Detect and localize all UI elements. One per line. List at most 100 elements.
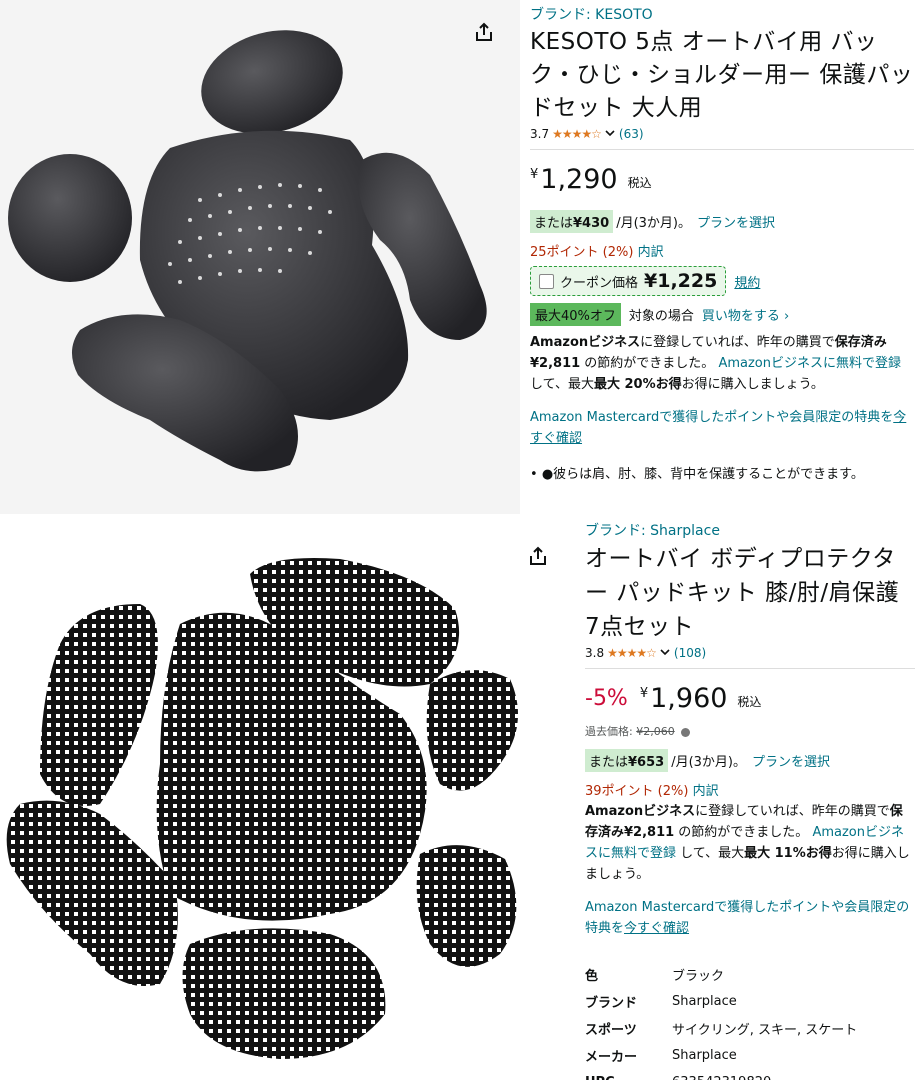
plan-select-link[interactable]: プランを選択	[752, 751, 830, 770]
mastercard-link[interactable]: 今すぐ確認	[624, 921, 689, 936]
discount-percent: -5%	[585, 686, 628, 711]
price: 1,290	[540, 164, 618, 195]
deal-text: 対象の場合	[628, 309, 694, 324]
product-title: KESOTO 5点 オートバイ用 バック・ひじ・ショルダー用ー 保護パッドセット…	[530, 29, 914, 121]
deal-badge: 最大40%オフ	[530, 303, 621, 326]
coupon-price: ¥1,225	[644, 270, 718, 292]
rating-row: 3.7 ★★★★☆ (63)	[530, 127, 914, 141]
brand-link[interactable]: ブランド: Sharplace	[585, 520, 915, 540]
installment-suffix: /月(3か月)。	[671, 755, 746, 770]
business-text-2: の節約ができました。	[674, 825, 809, 840]
deal-row: 最大40%オフ 対象の場合 買い物をする ›	[530, 303, 914, 326]
spec-value: サイクリング, スキー, スケート	[672, 1023, 858, 1038]
coupon-box[interactable]: クーポン価格 ¥1,225	[530, 266, 727, 296]
product-info-kesoto: ブランド: KESOTO KESOTO 5点 オートバイ用 バック・ひじ・ショル…	[530, 4, 914, 482]
business-text-1: に登録していれば、昨年の購買で	[695, 804, 890, 819]
share-icon[interactable]	[473, 21, 495, 43]
spec-row: UPC 633542319820	[585, 1069, 915, 1080]
spec-value: Sharplace	[672, 994, 737, 1009]
coupon-label: クーポン価格	[560, 275, 639, 291]
business-promo: Amazonビジネスに登録していれば、昨年の購買で保存済み¥2,811 の節約が…	[585, 801, 915, 885]
product-info-sharplace: ブランド: Sharplace オートバイ ボディプロテクター パッドキット 膝…	[585, 520, 915, 1080]
feature-text: ●彼らは肩、肘、膝、背中を保護することができます。	[541, 467, 864, 482]
business-signup-link[interactable]: Amazonビジネスに無料で登録	[718, 356, 901, 371]
installment-amount: ¥653	[628, 755, 665, 770]
mastercard-text: Amazon Mastercardで獲得したポイントや会員限定の特典を	[530, 410, 894, 425]
product-image-sharplace[interactable]	[0, 514, 560, 1080]
mastercard-promo: Amazon Mastercardで獲得したポイントや会員限定の特典を今すぐ確認	[530, 407, 914, 449]
spec-row: 色 ブラック	[585, 961, 915, 988]
spec-key: UPC	[585, 1075, 672, 1080]
rating-stars[interactable]: ★★★★☆	[607, 646, 657, 660]
business-name: Amazonビジネス	[530, 335, 641, 350]
old-price-value: ¥2,060	[636, 725, 675, 738]
share-icon[interactable]	[527, 545, 549, 567]
tax-label: 税込	[627, 176, 652, 190]
points-detail-link[interactable]: 内訳	[693, 784, 719, 799]
info-icon[interactable]	[681, 727, 691, 737]
business-text-2: の節約ができました。	[580, 356, 715, 371]
rating-stars[interactable]: ★★★★☆	[552, 127, 602, 141]
rating-count-link[interactable]: (63)	[619, 127, 644, 141]
product-title: オートバイ ボディプロテクター パッドキット 膝/肘/肩保護 7点セット	[585, 546, 900, 640]
chevron-down-icon[interactable]	[604, 127, 616, 141]
price-row: -5% ¥ 1,960 税込	[585, 683, 915, 715]
currency-symbol: ¥	[639, 686, 649, 701]
product-image-kesoto[interactable]	[0, 0, 520, 514]
points-row: 25ポイント (2%) 内訳	[530, 241, 914, 260]
installment-prefix: または	[589, 755, 629, 770]
rating-value: 3.7	[530, 127, 550, 141]
product-panel-sharplace: ブランド: Sharplace オートバイ ボディプロテクター パッドキット 膝…	[0, 514, 924, 1080]
spec-value: ブラック	[672, 969, 725, 984]
installment-chip: または¥430	[530, 210, 614, 233]
business-discount: 最大 11%お得	[744, 846, 832, 861]
old-price-row: 過去価格: ¥2,060	[585, 723, 915, 739]
installment-row: または¥653 /月(3か月)。 プランを選択	[585, 749, 915, 772]
tax-label: 税込	[737, 695, 762, 709]
mastercard-promo: Amazon Mastercardで獲得したポイントや会員限定の特典を今すぐ確認	[585, 897, 915, 939]
spec-row: メーカー Sharplace	[585, 1042, 915, 1069]
brand-link[interactable]: ブランド: KESOTO	[530, 4, 914, 24]
installment-prefix: または	[534, 216, 574, 231]
currency-symbol: ¥	[530, 167, 539, 182]
spec-value: 633542319820	[672, 1075, 771, 1080]
spec-row: スポーツ サイクリング, スキー, スケート	[585, 1015, 915, 1042]
feature-bullet: • ●彼らは肩、肘、膝、背中を保護することができます。	[530, 463, 914, 482]
spec-row: ブランド Sharplace	[585, 988, 915, 1015]
points-detail-link[interactable]: 内訳	[638, 245, 664, 260]
spec-key: ブランド	[585, 996, 638, 1011]
business-text-4: お得に購入しましょう。	[681, 377, 824, 392]
spec-value: Sharplace	[672, 1048, 737, 1063]
business-name: Amazonビジネス	[585, 804, 696, 819]
installment-chip: または¥653	[585, 749, 669, 772]
business-text-3: して、最大	[676, 846, 745, 861]
points-value: 39ポイント (2%)	[585, 784, 689, 799]
rating-count-link[interactable]: (108)	[674, 646, 706, 660]
points-value: 25ポイント (2%)	[530, 245, 634, 260]
spec-key: 色	[585, 969, 599, 984]
installment-row: または¥430 /月(3か月)。 プランを選択	[530, 210, 914, 233]
chevron-down-icon[interactable]	[659, 646, 671, 660]
spec-key: スポーツ	[585, 1023, 637, 1038]
coupon-checkbox[interactable]	[539, 273, 554, 289]
product-panel-kesoto: ブランド: KESOTO KESOTO 5点 オートバイ用 バック・ひじ・ショル…	[0, 0, 924, 514]
rating-row: 3.8 ★★★★☆ (108)	[585, 646, 915, 660]
installment-suffix: /月(3か月)。	[616, 216, 691, 231]
rating-value: 3.8	[585, 646, 605, 660]
bullet-dot-icon: •	[530, 467, 542, 482]
price: 1,960	[650, 683, 728, 714]
coupon-row: クーポン価格 ¥1,225 規約	[530, 266, 914, 296]
points-row: 39ポイント (2%) 内訳	[585, 780, 915, 799]
business-promo: Amazonビジネスに登録していれば、昨年の購買で保存済み¥2,811 の節約が…	[530, 332, 914, 395]
coupon-terms-link[interactable]: 規約	[734, 272, 760, 291]
spec-table: 色 ブラック ブランド Sharplace スポーツ サイクリング, スキー, …	[585, 961, 915, 1080]
business-text-1: に登録していれば、昨年の購買で	[640, 335, 835, 350]
installment-amount: ¥430	[573, 216, 610, 231]
deal-shop-link[interactable]: 買い物をする ›	[702, 305, 789, 324]
spec-key: メーカー	[585, 1050, 638, 1065]
business-text-3: して、最大	[530, 377, 594, 392]
old-price-label: 過去価格:	[585, 725, 637, 738]
plan-select-link[interactable]: プランを選択	[697, 212, 775, 231]
price-row: ¥ 1,290 税込	[530, 164, 914, 196]
business-discount: 最大 20%お得	[593, 377, 682, 392]
